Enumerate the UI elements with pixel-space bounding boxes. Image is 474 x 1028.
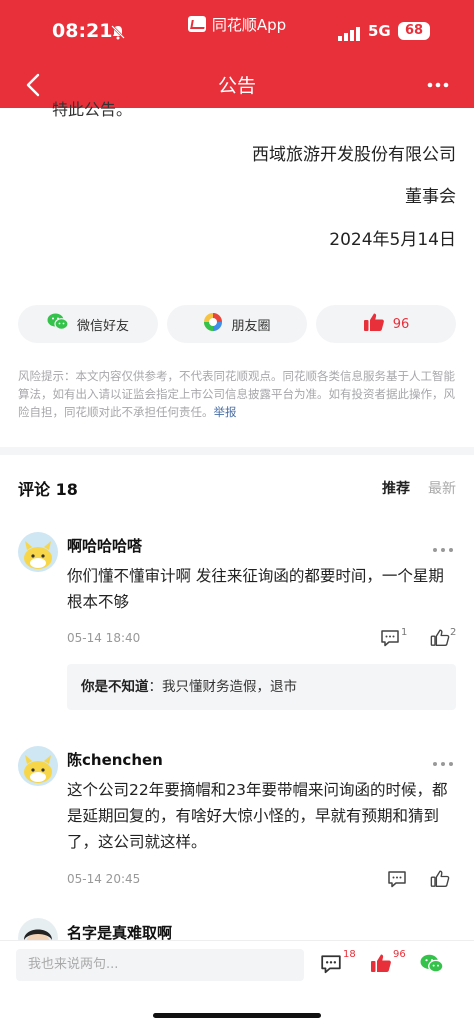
like-button[interactable]: 96 — [316, 305, 456, 343]
report-link[interactable]: 举报 — [214, 405, 237, 419]
reply-text: 我只懂财务造假，退市 — [162, 679, 297, 695]
share-moments-label: 朋友圈 — [231, 318, 271, 334]
share-wechat-label: 微信好友 — [76, 318, 129, 334]
announcement-date: 2024年5月14日 — [329, 230, 456, 250]
avatar[interactable] — [18, 532, 58, 572]
comment-like-icon[interactable] — [430, 869, 450, 892]
reply-icon[interactable] — [387, 870, 407, 892]
company-signature: 西域旅游开发股份有限公司 — [252, 145, 456, 165]
reply-username[interactable]: 你是不知道 — [81, 679, 149, 695]
board-signature: 董事会 — [405, 187, 456, 207]
reply-preview[interactable]: 你是不知道：我只懂财务造假，退市 — [67, 664, 456, 710]
thumbs-up-icon — [363, 312, 385, 336]
signal-icon — [338, 26, 362, 45]
comment-like-count: 2 — [450, 627, 457, 638]
comment-like-icon[interactable] — [430, 628, 450, 651]
home-indicator[interactable] — [153, 1013, 321, 1018]
bottom-like-count: 96 — [393, 949, 406, 960]
comments-title: 评论 18 — [18, 480, 78, 499]
moments-icon — [203, 312, 223, 336]
sort-recommended-tab[interactable]: 推荐 — [382, 478, 410, 498]
app-logo-icon — [187, 16, 206, 32]
risk-notice: 风险提示：本文内容仅供参考，不代表同花顺观点。同花顺各类信息服务基于人工智能算法… — [18, 367, 458, 421]
comment-text: 这个公司22年要摘帽和23年要带帽来问询函的时候，都是延期回复的，有啥好大惊小怪… — [67, 781, 448, 851]
comment-text: 你们懂不懂审计啊 发往来征询函的都要时间，一个星期根本不够 — [67, 567, 444, 611]
comment-time: 05-14 20:45 — [67, 872, 141, 886]
reply-separator: ： — [148, 679, 163, 695]
wechat-icon — [47, 312, 69, 336]
share-wechat-button[interactable]: 微信好友 — [18, 305, 158, 343]
bottom-comment-count: 18 — [343, 949, 356, 960]
battery-level: 68 — [398, 22, 430, 40]
avatar[interactable] — [18, 746, 58, 786]
comment-more-icon[interactable] — [432, 540, 454, 552]
comments-icon[interactable] — [320, 954, 342, 978]
comment-more-icon[interactable] — [432, 754, 454, 766]
section-divider — [0, 447, 474, 455]
bottom-wechat-share-icon[interactable] — [420, 953, 444, 979]
share-moments-button[interactable]: 朋友圈 — [167, 305, 307, 343]
sort-latest-tab[interactable]: 最新 — [428, 478, 456, 498]
comment-username[interactable]: 陈chenchen — [67, 749, 163, 770]
bottom-like-icon[interactable] — [370, 953, 392, 977]
reply-icon[interactable] — [380, 629, 400, 651]
more-options-icon[interactable] — [426, 76, 450, 94]
status-bar: 08:21 同花顺App 5G 68 — [0, 0, 474, 62]
reply-count: 1 — [401, 627, 408, 638]
page-title: 公告 — [217, 75, 256, 97]
article-closing: 特此公告。 — [52, 100, 133, 119]
comment-input[interactable]: 我也来说两句... — [16, 949, 304, 981]
network-type: 5G — [368, 22, 391, 40]
comment-username[interactable]: 啊哈哈哈嗒 — [67, 535, 142, 556]
comment-time: 05-14 18:40 — [67, 631, 141, 645]
like-count: 96 — [392, 316, 410, 332]
app-name: 同花顺App — [211, 16, 287, 34]
